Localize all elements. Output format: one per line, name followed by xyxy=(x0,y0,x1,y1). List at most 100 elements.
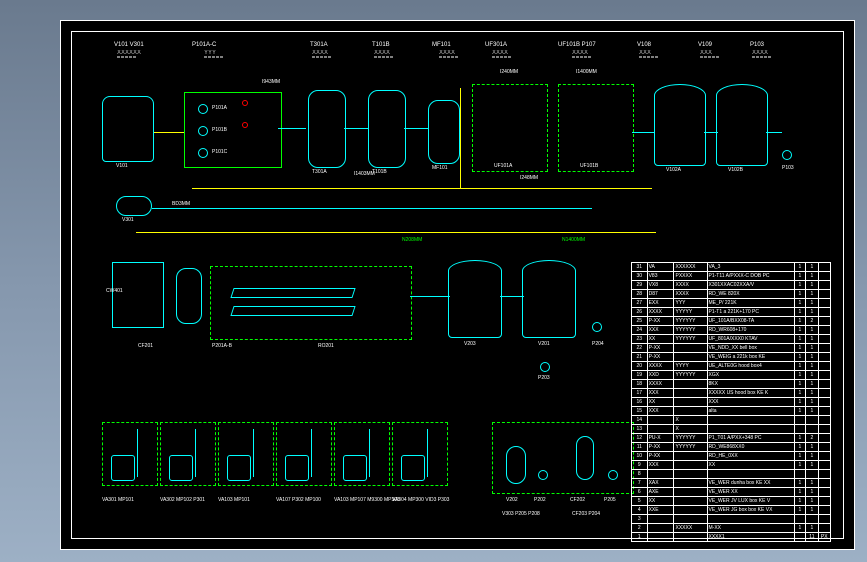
tag-t301a: T301A xyxy=(312,170,327,175)
eq-cell xyxy=(647,470,674,479)
eq-cell: X xyxy=(674,416,707,425)
eq-cell: 1 xyxy=(806,299,818,308)
instrument-dot xyxy=(242,100,248,106)
eq-cell xyxy=(818,452,831,461)
eq-cell xyxy=(674,479,707,488)
tank-v201 xyxy=(522,260,576,338)
eq-cell: M-XX xyxy=(707,524,794,533)
eq-cell xyxy=(707,425,794,434)
eq-cell xyxy=(794,533,806,542)
eq-cell: 1 xyxy=(806,461,818,470)
eq-row: 4XXEVE_WER JG box box KE VX11 xyxy=(632,506,831,515)
eq-cell: 24 xyxy=(632,326,648,335)
eq-row: 22P-XXVE_NDD_XX bell box11 xyxy=(632,344,831,353)
dosing-unit xyxy=(334,422,390,486)
dosing-tank xyxy=(227,455,251,481)
eq-cell: 1 xyxy=(794,326,806,335)
unit-label: VA301 MP101 xyxy=(102,498,134,503)
eq-cell xyxy=(818,416,831,425)
eq-cell xyxy=(806,515,818,524)
eq-row: 14 X xyxy=(632,416,831,425)
eq-cell xyxy=(818,380,831,389)
eq-cell xyxy=(818,506,831,515)
eq-cell: 29 xyxy=(632,281,648,290)
eq-cell: XXXXX xyxy=(674,524,707,533)
pipe-main xyxy=(192,188,652,189)
eq-cell: 23 xyxy=(632,335,648,344)
eq-cell: 26 xyxy=(632,308,648,317)
eq-row: 29VX8XXXXX301XXAC02XXA/V11 xyxy=(632,281,831,290)
eq-cell xyxy=(818,317,831,326)
eq-row: 15XXXalta11 xyxy=(632,407,831,416)
eq-row: 19XXDYYYYYYXGX11 xyxy=(632,371,831,380)
eq-cell: 1 xyxy=(806,353,818,362)
tag-p103: P103 xyxy=(782,166,794,171)
eq-cell: XX xyxy=(647,335,674,344)
eq-cell xyxy=(818,389,831,398)
eq-cell: YYYYYY xyxy=(674,434,707,443)
eq-cell: 11 xyxy=(806,533,818,542)
separator-v301 xyxy=(116,196,152,216)
eq-row: 28D87XXXXRD_WE 820X11 xyxy=(632,290,831,299)
eq-cell: 1 xyxy=(806,398,818,407)
eq-cell: UF_801A/XXX0 KTAV xyxy=(707,335,794,344)
tag-n1400mm: N1400MM xyxy=(562,238,585,243)
eq-cell: P1-T11 A/PXXX-C DOB PC xyxy=(707,272,794,281)
eq-cell: YYYYYY xyxy=(674,317,707,326)
eq-cell xyxy=(647,515,674,524)
eq-cell: 1 xyxy=(806,281,818,290)
tag-v102b: V102B xyxy=(728,168,743,173)
eq-cell xyxy=(818,362,831,371)
eq-cell: XXE xyxy=(647,506,674,515)
pipe xyxy=(137,429,138,477)
eq-cell: 1 xyxy=(806,362,818,371)
eq-cell xyxy=(818,461,831,470)
pipe xyxy=(410,296,450,297)
eq-row: 25P-XXYYYYYYUF_101A/BXX08-TA12 xyxy=(632,317,831,326)
eq-cell xyxy=(818,398,831,407)
eq-cell: 30 xyxy=(632,272,648,281)
ro-membrane-2 xyxy=(230,306,355,316)
eq-cell: 21 xyxy=(632,353,648,362)
eq-cell: YYYYYY xyxy=(674,443,707,452)
pipe xyxy=(253,429,254,477)
eq-row: 7XAXVE_WER dunha box KE XX11 xyxy=(632,479,831,488)
pump-p203 xyxy=(540,362,550,372)
eq-cell: 20 xyxy=(632,362,648,371)
eq-cell xyxy=(818,281,831,290)
eq-cell: 1 xyxy=(794,479,806,488)
eq-cell: 19 xyxy=(632,371,648,380)
eq-cell: 1 xyxy=(806,326,818,335)
eq-cell: 6 xyxy=(632,488,648,497)
eq-cell: VE_WEIG a 221k box KE xyxy=(707,353,794,362)
eq-cell: 13 xyxy=(632,425,648,434)
tag-i943mm: I943MM xyxy=(262,80,280,85)
tag-p101b: P101B xyxy=(212,128,227,133)
eq-cell: 5 xyxy=(632,497,648,506)
eq-cell: XXD xyxy=(647,371,674,380)
dosing-unit xyxy=(276,422,332,486)
dosing-unit xyxy=(392,422,448,486)
eq-cell: 1 xyxy=(806,479,818,488)
eq-cell: XXXX xyxy=(674,290,707,299)
eq-cell: 1 xyxy=(794,380,806,389)
eq-cell: X301XXAC02XXA/V xyxy=(707,281,794,290)
eq-cell xyxy=(794,515,806,524)
eq-cell: RD_WE868XX0 xyxy=(707,443,794,452)
eq-cell: 11 xyxy=(632,443,648,452)
eq-cell: 2 xyxy=(806,434,818,443)
eq-cell: 1 xyxy=(794,497,806,506)
unit-cf201-prefilter xyxy=(112,262,164,328)
eq-cell xyxy=(647,416,674,425)
eq-cell: 14 xyxy=(632,416,648,425)
eq-cell: XXXX xyxy=(674,281,707,290)
tag-v101: V101 xyxy=(116,164,128,169)
group-uf101a xyxy=(472,84,548,172)
eq-cell: XGX xyxy=(707,371,794,380)
eq-cell: 1 xyxy=(806,452,818,461)
tag-i248mm: I248MM xyxy=(520,176,538,181)
eq-cell xyxy=(818,326,831,335)
eq-row: 27EXXYYYME_P/ 221K11 xyxy=(632,299,831,308)
eq-cell: 1 xyxy=(794,308,806,317)
pipe xyxy=(154,132,184,133)
